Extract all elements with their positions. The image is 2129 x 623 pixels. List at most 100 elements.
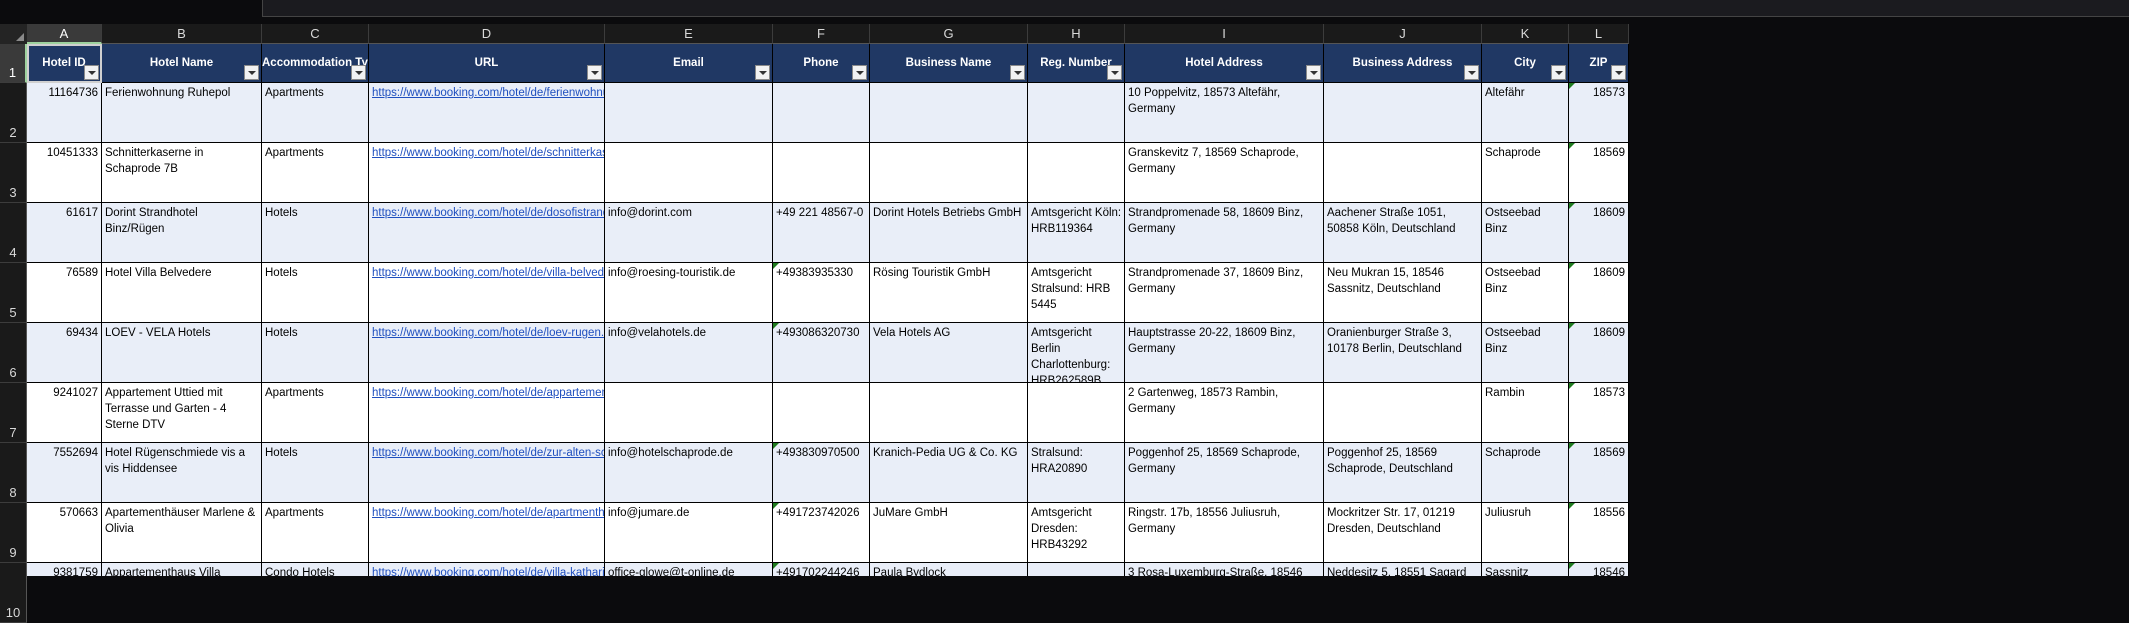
cell-e3[interactable] bbox=[605, 143, 773, 203]
cell-h7[interactable] bbox=[1028, 383, 1125, 443]
cell-j8[interactable]: Poggenhof 25, 18569 Schaprode, Deutschla… bbox=[1324, 443, 1482, 503]
cell-k9[interactable]: Juliusruh bbox=[1482, 503, 1569, 563]
cell-l6[interactable]: 18609 bbox=[1569, 323, 1629, 383]
formula-bar[interactable] bbox=[262, 0, 2129, 17]
cell-i8[interactable]: Poggenhof 25, 18569 Schaprode, Germany bbox=[1125, 443, 1324, 503]
row-number-8[interactable]: 8 bbox=[0, 443, 27, 503]
row-number-2[interactable]: 2 bbox=[0, 83, 27, 143]
cell-g6[interactable]: Vela Hotels AG bbox=[870, 323, 1028, 383]
filter-dropdown-icon[interactable] bbox=[587, 65, 602, 80]
cell-d10[interactable]: https://www.booking.com/hotel/de/villa-k… bbox=[369, 563, 605, 576]
column-letter-f[interactable]: F bbox=[773, 24, 870, 44]
row-number-1[interactable]: 1 bbox=[0, 44, 27, 83]
cell-i5[interactable]: Strandpromenade 37, 18609 Binz, Germany bbox=[1125, 263, 1324, 323]
filter-dropdown-icon[interactable] bbox=[1306, 65, 1321, 80]
cell-g2[interactable] bbox=[870, 83, 1028, 143]
column-letter-b[interactable]: B bbox=[102, 24, 262, 44]
cell-j7[interactable] bbox=[1324, 383, 1482, 443]
cell-k10[interactable]: Sassnitz bbox=[1482, 563, 1569, 576]
cell-d6[interactable]: https://www.booking.com/hotel/de/loev-ru… bbox=[369, 323, 605, 383]
cell-d7[interactable]: https://www.booking.com/hotel/de/apparte… bbox=[369, 383, 605, 443]
cell-g3[interactable] bbox=[870, 143, 1028, 203]
column-letter-h[interactable]: H bbox=[1028, 24, 1125, 44]
cell-j2[interactable] bbox=[1324, 83, 1482, 143]
cell-i6[interactable]: Hauptstrasse 20-22, 18609 Binz, Germany bbox=[1125, 323, 1324, 383]
cell-i9[interactable]: Ringstr. 17b, 18556 Juliusruh, Germany bbox=[1125, 503, 1324, 563]
cell-h2[interactable] bbox=[1028, 83, 1125, 143]
cell-e8[interactable]: info@hotelschaprode.de bbox=[605, 443, 773, 503]
cell-f10[interactable]: +491702244246 bbox=[773, 563, 870, 576]
column-letter-c[interactable]: C bbox=[262, 24, 369, 44]
cell-l9[interactable]: 18556 bbox=[1569, 503, 1629, 563]
row-number-5[interactable]: 5 bbox=[0, 263, 27, 323]
header-cell-i[interactable]: Hotel Address bbox=[1125, 44, 1324, 83]
cell-hyperlink[interactable]: https://www.booking.com/hotel/de/apartme… bbox=[372, 507, 604, 519]
cell-a5[interactable]: 76589 bbox=[27, 263, 102, 323]
cell-hyperlink[interactable]: https://www.booking.com/hotel/de/villa-k… bbox=[372, 567, 604, 576]
column-letter-e[interactable]: E bbox=[605, 24, 773, 44]
cell-h10[interactable] bbox=[1028, 563, 1125, 576]
cell-g7[interactable] bbox=[870, 383, 1028, 443]
cell-b3[interactable]: Schnitterkaserne in Schaprode 7B bbox=[102, 143, 262, 203]
cell-e7[interactable] bbox=[605, 383, 773, 443]
row-number-4[interactable]: 4 bbox=[0, 203, 27, 263]
filter-dropdown-icon[interactable] bbox=[1107, 65, 1122, 80]
cell-hyperlink[interactable]: https://www.booking.com/hotel/de/apparte… bbox=[372, 387, 604, 399]
cell-l5[interactable]: 18609 bbox=[1569, 263, 1629, 323]
cell-hyperlink[interactable]: https://www.booking.com/hotel/de/schnitt… bbox=[372, 147, 604, 159]
cell-l10[interactable]: 18546 bbox=[1569, 563, 1629, 576]
cell-f7[interactable] bbox=[773, 383, 870, 443]
cell-i7[interactable]: 2 Gartenweg, 18573 Rambin, Germany bbox=[1125, 383, 1324, 443]
column-letter-a[interactable]: A bbox=[27, 24, 102, 44]
cell-a7[interactable]: 9241027 bbox=[27, 383, 102, 443]
cell-b7[interactable]: Appartement Uttied mit Terrasse und Gart… bbox=[102, 383, 262, 443]
header-cell-e[interactable]: Email bbox=[605, 44, 773, 83]
cell-h5[interactable]: Amtsgericht Stralsund: HRB 5445 bbox=[1028, 263, 1125, 323]
header-cell-f[interactable]: Phone bbox=[773, 44, 870, 83]
cell-d8[interactable]: https://www.booking.com/hotel/de/zur-alt… bbox=[369, 443, 605, 503]
cell-a3[interactable]: 10451333 bbox=[27, 143, 102, 203]
cell-k7[interactable]: Rambin bbox=[1482, 383, 1569, 443]
cell-c6[interactable]: Hotels bbox=[262, 323, 369, 383]
header-cell-a[interactable]: Hotel ID bbox=[27, 44, 102, 83]
cell-e9[interactable]: info@jumare.de bbox=[605, 503, 773, 563]
cell-hyperlink[interactable]: https://www.booking.com/hotel/de/villa-b… bbox=[372, 267, 604, 279]
column-letter-g[interactable]: G bbox=[870, 24, 1028, 44]
cell-l3[interactable]: 18569 bbox=[1569, 143, 1629, 203]
cell-g10[interactable]: Paula Bydlock bbox=[870, 563, 1028, 576]
cell-l8[interactable]: 18569 bbox=[1569, 443, 1629, 503]
cell-k4[interactable]: Ostseebad Binz bbox=[1482, 203, 1569, 263]
cell-k5[interactable]: Ostseebad Binz bbox=[1482, 263, 1569, 323]
header-cell-l[interactable]: ZIP bbox=[1569, 44, 1629, 83]
cell-i10[interactable]: 3 Rosa-Luxemburg-Straße, 18546 Sassnitz bbox=[1125, 563, 1324, 576]
cell-hyperlink[interactable]: https://www.booking.com/hotel/de/loev-ru… bbox=[372, 327, 604, 339]
cell-g9[interactable]: JuMare GmbH bbox=[870, 503, 1028, 563]
cell-a6[interactable]: 69434 bbox=[27, 323, 102, 383]
row-number-6[interactable]: 6 bbox=[0, 323, 27, 383]
header-cell-b[interactable]: Hotel Name bbox=[102, 44, 262, 83]
cell-f5[interactable]: +49383935330 bbox=[773, 263, 870, 323]
cell-a8[interactable]: 7552694 bbox=[27, 443, 102, 503]
cell-a10[interactable]: 9381759 bbox=[27, 563, 102, 576]
cell-hyperlink[interactable]: https://www.booking.com/hotel/de/zur-alt… bbox=[372, 447, 604, 459]
cell-d2[interactable]: https://www.booking.com/hotel/de/ferienw… bbox=[369, 83, 605, 143]
header-cell-k[interactable]: City bbox=[1482, 44, 1569, 83]
cell-d5[interactable]: https://www.booking.com/hotel/de/villa-b… bbox=[369, 263, 605, 323]
cell-c5[interactable]: Hotels bbox=[262, 263, 369, 323]
cell-j6[interactable]: Oranienburger Straße 3, 10178 Berlin, De… bbox=[1324, 323, 1482, 383]
cell-j10[interactable]: Neddesitz 5, 18551 Sagard bbox=[1324, 563, 1482, 576]
cell-e10[interactable]: office-glowe@t-online.de bbox=[605, 563, 773, 576]
cell-d3[interactable]: https://www.booking.com/hotel/de/schnitt… bbox=[369, 143, 605, 203]
filter-dropdown-icon[interactable] bbox=[1551, 65, 1566, 80]
filter-dropdown-icon[interactable] bbox=[1464, 65, 1479, 80]
row-number-7[interactable]: 7 bbox=[0, 383, 27, 443]
cell-c8[interactable]: Hotels bbox=[262, 443, 369, 503]
row-number-9[interactable]: 9 bbox=[0, 503, 27, 563]
cell-a9[interactable]: 570663 bbox=[27, 503, 102, 563]
cell-f8[interactable]: +493830970500 bbox=[773, 443, 870, 503]
cell-hyperlink[interactable]: https://www.booking.com/hotel/de/ferienw… bbox=[372, 87, 604, 99]
cell-h8[interactable]: Stralsund: HRA20890 bbox=[1028, 443, 1125, 503]
cell-c4[interactable]: Hotels bbox=[262, 203, 369, 263]
cell-b4[interactable]: Dorint Strandhotel Binz/Rügen bbox=[102, 203, 262, 263]
cell-j4[interactable]: Aachener Straße 1051, 50858 Köln, Deutsc… bbox=[1324, 203, 1482, 263]
